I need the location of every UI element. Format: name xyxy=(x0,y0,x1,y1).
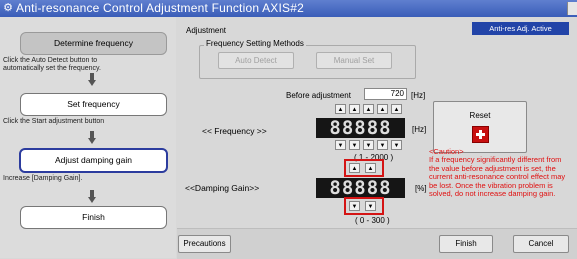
bottom-bar: Precautions Finish Cancel xyxy=(177,228,577,259)
status-badge: Anti-res Adj. Active xyxy=(472,22,569,35)
damping-gain-range: ( 0 - 300 ) xyxy=(355,216,390,225)
step-adjust-damping-gain: Adjust damping gain xyxy=(19,148,168,173)
step-determine-frequency: Determine frequency xyxy=(20,32,167,55)
damping-digit-2-down[interactable]: ▼ xyxy=(365,201,376,211)
reset-label: Reset xyxy=(469,111,491,120)
damping-gain-unit: [%] xyxy=(415,184,427,193)
caution-text: <Caution> If a frequency significantly d… xyxy=(429,147,571,199)
freq-digit-1-up[interactable]: ▲ xyxy=(335,104,346,114)
app-icon: ⚙ xyxy=(3,2,13,14)
freq-digit-5-down[interactable]: ▼ xyxy=(391,140,402,150)
auto-detect-button[interactable]: Auto Detect xyxy=(218,52,294,69)
step-panel: Determine frequency Click the Auto Detec… xyxy=(0,17,176,258)
title-bar: ⚙ Anti-resonance Control Adjustment Func… xyxy=(0,0,577,17)
damping-digit-1-down[interactable]: ▼ xyxy=(349,201,360,211)
freq-digit-3-up[interactable]: ▲ xyxy=(363,104,374,114)
frequency-display: 88888 xyxy=(316,118,405,138)
freq-digit-5-up[interactable]: ▲ xyxy=(391,104,402,114)
freq-digit-1-down[interactable]: ▼ xyxy=(335,140,346,150)
before-adjustment-value: 720 xyxy=(364,88,407,100)
down-arrow-icon xyxy=(88,190,96,204)
damping-digit-2-up[interactable]: ▲ xyxy=(365,163,376,173)
down-arrow-icon xyxy=(88,73,96,87)
freq-digit-2-up[interactable]: ▲ xyxy=(349,104,360,114)
adjustment-label: Adjustment xyxy=(186,26,227,35)
freq-digit-3-down[interactable]: ▼ xyxy=(363,140,374,150)
frequency-label: << Frequency >> xyxy=(202,126,267,136)
frequency-methods-title: Frequency Setting Methods xyxy=(204,39,306,48)
reset-button[interactable]: Reset xyxy=(433,101,527,153)
step-note-determine: Click the Auto Detect button to automati… xyxy=(3,57,101,72)
adjustment-panel: Adjustment Anti-res Adj. Active Frequenc… xyxy=(177,17,577,258)
reset-cross-icon xyxy=(472,126,489,143)
before-adjustment-unit: [Hz] xyxy=(411,91,426,100)
before-adjustment-label: Before adjustment xyxy=(286,91,351,100)
precautions-button[interactable]: Precautions xyxy=(178,235,231,253)
freq-digit-4-up[interactable]: ▲ xyxy=(377,104,388,114)
manual-set-button[interactable]: Manual Set xyxy=(316,52,392,69)
step-note-set: Click the Start adjustment button xyxy=(3,118,105,125)
window-title: Anti-resonance Control Adjustment Functi… xyxy=(16,1,304,15)
freq-digit-4-down[interactable]: ▼ xyxy=(377,140,388,150)
damping-digit-1-up[interactable]: ▲ xyxy=(349,163,360,173)
caution-body: <Caution> If a frequency significantly d… xyxy=(429,147,566,199)
step-set-frequency: Set frequency xyxy=(20,93,167,116)
damping-gain-display: 88888 xyxy=(316,178,405,198)
finish-button[interactable]: Finish xyxy=(439,235,493,253)
down-arrow-icon xyxy=(88,131,96,145)
freq-digit-2-down[interactable]: ▼ xyxy=(349,140,360,150)
cancel-button[interactable]: Cancel xyxy=(513,235,569,253)
frequency-unit: [Hz] xyxy=(412,125,427,134)
close-button[interactable] xyxy=(567,2,577,15)
step-finish: Finish xyxy=(20,206,167,229)
step-note-adjust: Increase [Damping Gain]. xyxy=(3,175,83,182)
damping-gain-label: <<Damping Gain>> xyxy=(185,183,260,193)
